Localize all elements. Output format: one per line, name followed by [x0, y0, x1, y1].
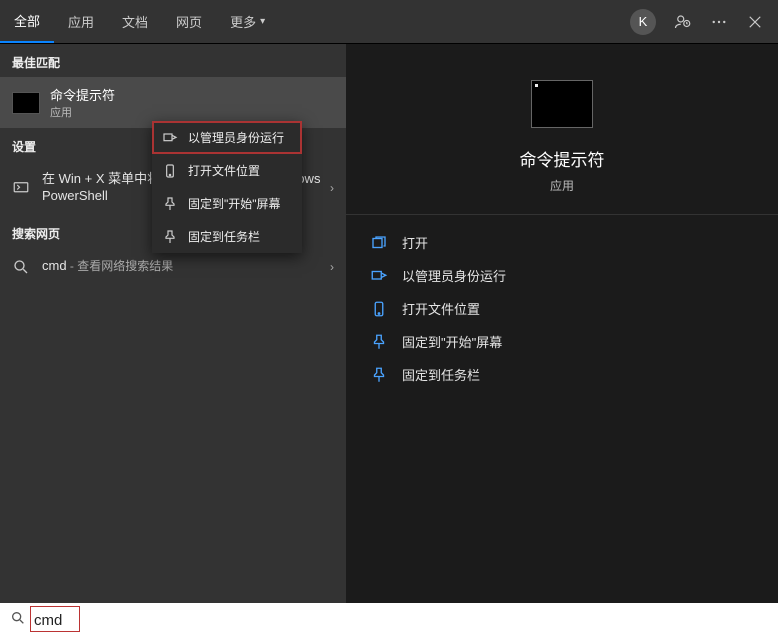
open-location-icon [370, 300, 388, 318]
feedback-icon[interactable] [674, 13, 692, 31]
search-input[interactable] [34, 612, 768, 629]
action-pin-start[interactable]: 固定到"开始"屏幕 [370, 332, 754, 351]
search-icon [10, 610, 26, 631]
tab-docs[interactable]: 文档 [108, 0, 162, 43]
best-match-subtitle: 应用 [50, 104, 115, 120]
search-bar [0, 603, 778, 637]
open-location-icon [162, 163, 178, 179]
header-actions: K [630, 9, 778, 35]
header-bar: 全部 应用 文档 网页 更多▾ K [0, 0, 778, 44]
web-search-item[interactable]: cmd - 查看网络搜索结果 › [0, 248, 346, 286]
preview-pane: 命令提示符 应用 打开 以管理员身份运行 打开文件位置 固定到"开始"屏幕 [346, 44, 778, 603]
action-pin-taskbar[interactable]: 固定到任务栏 [370, 365, 754, 384]
more-icon[interactable] [710, 13, 728, 31]
chevron-right-icon: › [330, 260, 334, 274]
tab-web[interactable]: 网页 [162, 0, 216, 43]
open-icon [370, 234, 388, 252]
preview-subtitle: 应用 [550, 177, 574, 194]
context-menu: 以管理员身份运行 打开文件位置 固定到"开始"屏幕 固定到任务栏 [152, 121, 302, 253]
ctx-open-location[interactable]: 打开文件位置 [152, 154, 302, 187]
search-icon [12, 258, 30, 276]
preview-app-icon [531, 80, 593, 128]
pin-start-icon [370, 333, 388, 351]
action-open[interactable]: 打开 [370, 233, 754, 252]
preview-title: 命令提示符 [520, 146, 605, 171]
ctx-pin-start[interactable]: 固定到"开始"屏幕 [152, 187, 302, 220]
chevron-down-icon: ▾ [260, 16, 265, 27]
preview-actions: 打开 以管理员身份运行 打开文件位置 固定到"开始"屏幕 固定到任务栏 [346, 215, 778, 402]
cmd-thumb-icon [12, 92, 40, 114]
settings-icon [12, 179, 30, 197]
run-admin-icon [162, 130, 178, 146]
ctx-run-admin[interactable]: 以管理员身份运行 [152, 121, 302, 154]
chevron-right-icon: › [330, 181, 334, 195]
run-admin-icon [370, 267, 388, 285]
action-open-location[interactable]: 打开文件位置 [370, 299, 754, 318]
user-avatar[interactable]: K [630, 9, 656, 35]
tab-apps[interactable]: 应用 [54, 0, 108, 43]
pin-start-icon [162, 196, 178, 212]
section-best-match: 最佳匹配 [0, 44, 346, 77]
web-search-text: cmd - 查看网络搜索结果 [42, 258, 330, 275]
tab-all[interactable]: 全部 [0, 0, 54, 43]
best-match-title: 命令提示符 [50, 85, 115, 104]
pin-taskbar-icon [370, 366, 388, 384]
action-run-admin[interactable]: 以管理员身份运行 [370, 266, 754, 285]
pin-taskbar-icon [162, 229, 178, 245]
ctx-pin-taskbar[interactable]: 固定到任务栏 [152, 220, 302, 253]
close-icon[interactable] [746, 13, 764, 31]
header-tabs: 全部 应用 文档 网页 更多▾ [0, 0, 279, 43]
tab-more[interactable]: 更多▾ [216, 0, 279, 43]
